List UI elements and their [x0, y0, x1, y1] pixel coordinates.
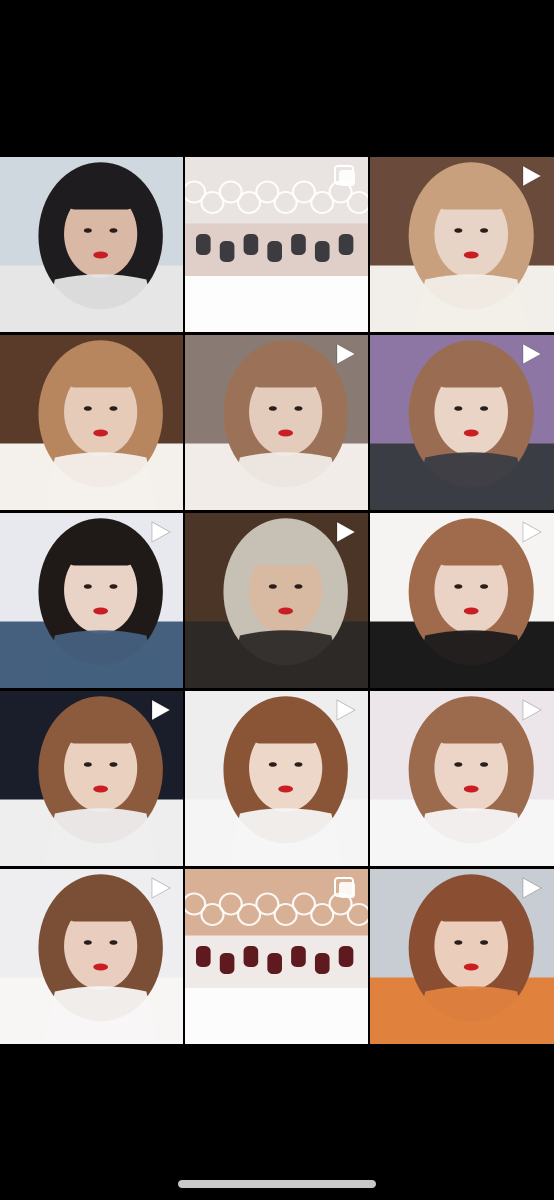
media-tile[interactable] [185, 157, 368, 332]
media-tile[interactable] [370, 335, 554, 510]
play-icon [518, 697, 544, 723]
play-icon [147, 697, 173, 723]
media-tile[interactable] [370, 513, 554, 688]
play-icon [147, 875, 173, 901]
media-tile[interactable] [370, 691, 554, 866]
home-indicator[interactable] [178, 1180, 376, 1188]
media-tile[interactable] [185, 869, 368, 1044]
media-tile[interactable] [370, 869, 554, 1044]
play-icon [518, 519, 544, 545]
play-icon [332, 341, 358, 367]
media-tile[interactable] [370, 157, 554, 332]
media-tile[interactable] [0, 869, 183, 1044]
media-tile[interactable] [0, 157, 183, 332]
media-grid [0, 157, 554, 1044]
play-icon [518, 875, 544, 901]
thumbnail-image [0, 157, 183, 332]
media-tile[interactable] [185, 335, 368, 510]
media-tile[interactable] [0, 691, 183, 866]
screen [0, 0, 554, 1200]
media-tile[interactable] [185, 513, 368, 688]
media-tile[interactable] [185, 691, 368, 866]
media-tile[interactable] [0, 513, 183, 688]
multiple-photos-icon [332, 163, 358, 189]
play-icon [332, 519, 358, 545]
play-icon [332, 697, 358, 723]
play-icon [147, 519, 173, 545]
multiple-photos-icon [332, 875, 358, 901]
play-icon [518, 163, 544, 189]
thumbnail-image [0, 335, 183, 510]
media-tile[interactable] [0, 335, 183, 510]
play-icon [518, 341, 544, 367]
